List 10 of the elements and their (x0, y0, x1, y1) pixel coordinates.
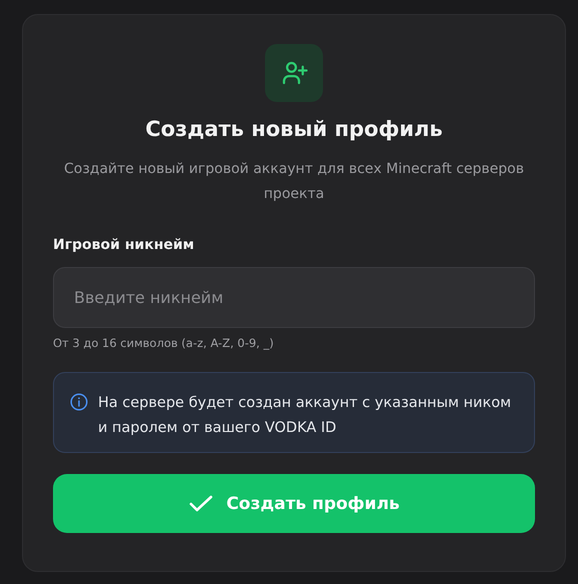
dialog-subtitle: Создайте новый игровой аккаунт для всех Minecraft серверов проекта (63, 160, 525, 204)
notice-text: На сервере будет создан аккаунт с указанным ником и паролем от вашего VODKA ID (98, 394, 512, 438)
checkmark-icon (188, 494, 214, 514)
field-label: Игровой никнейм (53, 237, 194, 253)
create-profile-button[interactable]: Создать профиль (53, 474, 535, 533)
field-hint: От 3 до 16 символов (a-z, A-Z, 0-9, _) (53, 336, 274, 350)
dialog-title: Создать новый профиль (145, 117, 443, 141)
add-user-icon (265, 44, 323, 102)
info-icon (70, 393, 88, 411)
nickname-input[interactable]: Введите никнейм (53, 267, 535, 328)
